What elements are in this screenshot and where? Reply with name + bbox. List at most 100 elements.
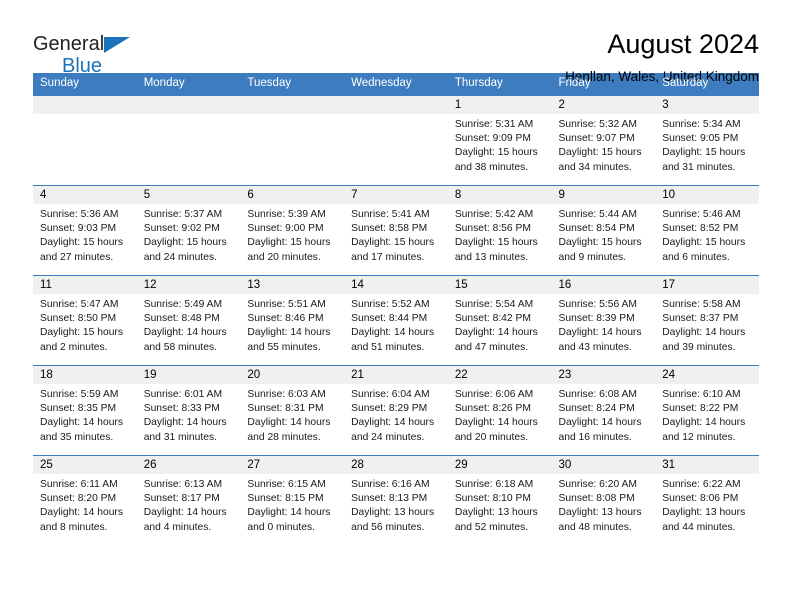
day-details: Sunrise: 5:31 AM Sunset: 9:09 PM Daylight:… bbox=[448, 114, 552, 175]
day-cell[interactable]: 13 Sunrise: 5:51 AM Sunset: 8:46 PM Dayligh… bbox=[240, 275, 345, 366]
day-cell[interactable]: 19 Sunrise: 6:01 AM Sunset: 8:33 PM Dayligh… bbox=[136, 365, 241, 456]
day-detail-line: and 13 minutes. bbox=[454, 251, 529, 263]
day-detail-line: Sunset: 8:13 PM bbox=[351, 493, 428, 505]
day-cell[interactable]: 21 Sunrise: 6:04 AM Sunset: 8:29 PM Dayligh… bbox=[344, 365, 448, 456]
day-detail-line: Daylight: 15 hours bbox=[662, 237, 746, 249]
day-details: Sunrise: 5:52 AM Sunset: 8:44 PM Daylight:… bbox=[344, 294, 448, 355]
day-cell-empty bbox=[33, 95, 137, 186]
day-cell[interactable]: 7 Sunrise: 5:41 AM Sunset: 8:58 PM Daylight… bbox=[344, 185, 448, 276]
day-cell[interactable]: 11 Sunrise: 5:47 AM Sunset: 8:50 PM Dayligh… bbox=[33, 275, 137, 366]
day-detail-line: Sunset: 8:26 PM bbox=[454, 403, 531, 415]
day-detail-line: and 16 minutes. bbox=[558, 431, 632, 443]
day-number: 31 bbox=[655, 456, 759, 474]
day-cell[interactable]: 22 Sunrise: 6:06 AM Sunset: 8:26 PM Dayligh… bbox=[447, 365, 552, 456]
day-detail-line: Sunset: 8:29 PM bbox=[351, 403, 428, 415]
day-detail-line: Sunrise: 5:39 AM bbox=[247, 209, 326, 220]
day-cell[interactable]: 30 Sunrise: 6:20 AM Sunset: 8:08 PM Dayligh… bbox=[551, 455, 656, 545]
day-detail-line: Daylight: 15 hours bbox=[247, 237, 331, 249]
day-detail-line: and 20 minutes. bbox=[454, 431, 529, 443]
day-cell[interactable]: 6 Sunrise: 5:39 AM Sunset: 9:00 PM Daylight… bbox=[240, 185, 345, 276]
day-details: Sunrise: 5:59 AM Sunset: 8:35 PM Daylight:… bbox=[33, 384, 137, 445]
day-detail-line: Sunrise: 5:42 AM bbox=[454, 209, 534, 220]
logo-text-blue: Blue bbox=[62, 55, 103, 77]
day-cell[interactable]: 18 Sunrise: 5:59 AM Sunset: 8:35 PM Dayligh… bbox=[33, 365, 137, 456]
day-number: 24 bbox=[655, 366, 759, 384]
day-details: Sunrise: 6:20 AM Sunset: 8:08 PM Daylight:… bbox=[552, 474, 656, 535]
day-detail-line: Sunset: 9:03 PM bbox=[40, 223, 117, 235]
day-detail-line: Sunrise: 5:36 AM bbox=[40, 209, 119, 220]
day-detail-line: and 24 minutes. bbox=[351, 431, 425, 443]
day-detail-line: Sunset: 9:02 PM bbox=[143, 223, 220, 235]
day-detail-line: Sunrise: 5:37 AM bbox=[143, 209, 223, 220]
day-cell[interactable]: 9 Sunrise: 5:44 AM Sunset: 8:54 PM Daylight… bbox=[551, 185, 656, 276]
day-cell[interactable]: 4 Sunrise: 5:36 AM Sunset: 9:03 PM Daylight… bbox=[33, 185, 137, 276]
day-detail-line: and 39 minutes. bbox=[662, 341, 736, 353]
day-number bbox=[344, 96, 448, 114]
day-detail-line: Sunset: 8:31 PM bbox=[247, 403, 324, 415]
day-details: Sunrise: 5:44 AM Sunset: 8:54 PM Daylight:… bbox=[552, 204, 656, 265]
day-detail-line: Daylight: 14 hours bbox=[558, 417, 642, 429]
day-cell[interactable]: 3 Sunrise: 5:34 AM Sunset: 9:05 PM Daylight… bbox=[655, 95, 759, 186]
day-number: 25 bbox=[33, 456, 137, 474]
day-detail-line: and 44 minutes. bbox=[662, 521, 736, 533]
day-number: 13 bbox=[240, 276, 345, 294]
day-number: 28 bbox=[344, 456, 448, 474]
day-cell[interactable]: 10 Sunrise: 5:46 AM Sunset: 8:52 PM Dayligh… bbox=[655, 185, 759, 276]
day-cell[interactable]: 25 Sunrise: 6:11 AM Sunset: 8:20 PM Dayligh… bbox=[33, 455, 137, 545]
day-details: Sunrise: 6:18 AM Sunset: 8:10 PM Daylight:… bbox=[448, 474, 552, 535]
day-cell[interactable]: 2 Sunrise: 5:32 AM Sunset: 9:07 PM Daylight… bbox=[551, 95, 656, 186]
day-cell[interactable]: 8 Sunrise: 5:42 AM Sunset: 8:56 PM Daylight… bbox=[447, 185, 552, 276]
day-details bbox=[33, 114, 137, 118]
day-details: Sunrise: 6:22 AM Sunset: 8:06 PM Daylight:… bbox=[655, 474, 759, 535]
day-detail-line: Daylight: 14 hours bbox=[351, 327, 435, 339]
day-detail-line: and 24 minutes. bbox=[143, 251, 217, 263]
day-detail-line: Sunrise: 5:44 AM bbox=[558, 209, 637, 220]
day-detail-line: Daylight: 14 hours bbox=[247, 417, 331, 429]
day-cell[interactable]: 23 Sunrise: 6:08 AM Sunset: 8:24 PM Dayligh… bbox=[551, 365, 656, 456]
day-cell[interactable]: 15 Sunrise: 5:54 AM Sunset: 8:42 PM Dayligh… bbox=[447, 275, 552, 366]
day-number bbox=[33, 96, 137, 114]
day-cell[interactable]: 28 Sunrise: 6:16 AM Sunset: 8:13 PM Dayligh… bbox=[344, 455, 448, 545]
day-detail-line: Sunset: 8:22 PM bbox=[662, 403, 739, 415]
day-detail-line: Sunset: 8:10 PM bbox=[454, 493, 531, 505]
day-cell[interactable]: 20 Sunrise: 6:03 AM Sunset: 8:31 PM Dayligh… bbox=[240, 365, 345, 456]
day-number: 4 bbox=[33, 186, 137, 204]
day-detail-line: Sunset: 9:07 PM bbox=[558, 133, 635, 145]
day-cell[interactable]: 14 Sunrise: 5:52 AM Sunset: 8:44 PM Dayligh… bbox=[344, 275, 448, 366]
day-detail-line: Daylight: 15 hours bbox=[40, 327, 123, 339]
calendar-table: Sunday Monday Tuesday Wednesday Thursday Frid… bbox=[33, 73, 759, 545]
day-detail-line: Daylight: 15 hours bbox=[143, 237, 227, 249]
day-detail-line: Sunrise: 6:11 AM bbox=[40, 479, 118, 490]
day-detail-line: Daylight: 14 hours bbox=[351, 417, 435, 429]
day-cell[interactable]: 12 Sunrise: 5:49 AM Sunset: 8:48 PM Dayligh… bbox=[136, 275, 241, 366]
day-details bbox=[344, 114, 448, 118]
day-details: Sunrise: 5:56 AM Sunset: 8:39 PM Daylight:… bbox=[552, 294, 656, 355]
day-detail-line: Sunrise: 6:13 AM bbox=[143, 479, 223, 490]
day-cell[interactable]: 26 Sunrise: 6:13 AM Sunset: 8:17 PM Dayligh… bbox=[136, 455, 241, 545]
day-number: 29 bbox=[447, 456, 552, 474]
day-detail-line: Daylight: 14 hours bbox=[143, 417, 227, 429]
day-cell[interactable]: 29 Sunrise: 6:18 AM Sunset: 8:10 PM Dayligh… bbox=[447, 455, 552, 545]
day-cell[interactable]: 1 Sunrise: 5:31 AM Sunset: 9:09 PM Daylight… bbox=[447, 95, 552, 186]
page-title: August 2024 bbox=[607, 29, 759, 59]
day-detail-line: Sunset: 8:15 PM bbox=[247, 493, 324, 505]
day-cell[interactable]: 17 Sunrise: 5:58 AM Sunset: 8:37 PM Dayligh… bbox=[655, 275, 759, 366]
day-cell[interactable]: 24 Sunrise: 6:10 AM Sunset: 8:22 PM Dayligh… bbox=[655, 365, 759, 456]
calendar-body: 1 Sunrise: 5:31 AM Sunset: 9:09 PM Daylight… bbox=[33, 95, 759, 545]
day-number: 14 bbox=[344, 276, 448, 294]
day-details: Sunrise: 6:06 AM Sunset: 8:26 PM Daylight:… bbox=[448, 384, 552, 445]
day-cell[interactable]: 31 Sunrise: 6:22 AM Sunset: 8:06 PM Dayligh… bbox=[655, 455, 759, 545]
day-cell[interactable]: 16 Sunrise: 5:56 AM Sunset: 8:39 PM Dayligh… bbox=[551, 275, 656, 366]
day-detail-line: and 58 minutes. bbox=[143, 341, 217, 353]
day-cell[interactable]: 5 Sunrise: 5:37 AM Sunset: 9:02 PM Daylight… bbox=[136, 185, 241, 276]
day-details: Sunrise: 5:42 AM Sunset: 8:56 PM Daylight:… bbox=[448, 204, 552, 265]
day-cell[interactable]: 27 Sunrise: 6:15 AM Sunset: 8:15 PM Dayligh… bbox=[240, 455, 345, 545]
day-number: 21 bbox=[344, 366, 448, 384]
day-details: Sunrise: 5:36 AM Sunset: 9:03 PM Daylight:… bbox=[33, 204, 137, 265]
day-detail-line: and 56 minutes. bbox=[351, 521, 425, 533]
day-details: Sunrise: 6:04 AM Sunset: 8:29 PM Daylight:… bbox=[344, 384, 448, 445]
day-detail-line: Sunset: 8:39 PM bbox=[558, 313, 635, 325]
generalblue-logo[interactable]: General Blue bbox=[33, 28, 163, 84]
day-detail-line: Sunset: 8:42 PM bbox=[454, 313, 531, 325]
day-detail-line: Daylight: 14 hours bbox=[40, 417, 123, 429]
